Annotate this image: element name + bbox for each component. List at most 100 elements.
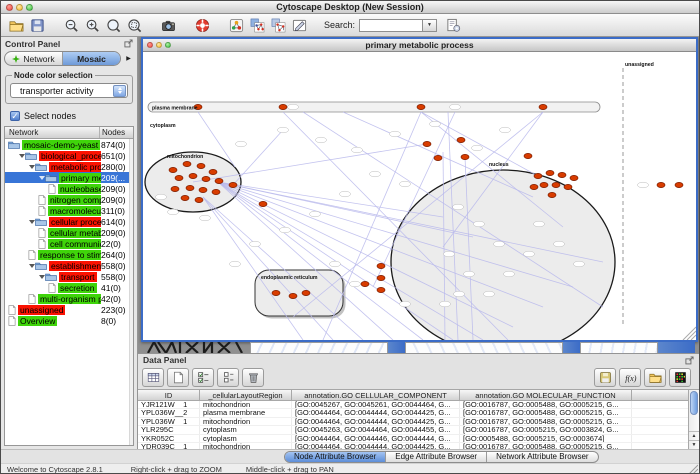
- table-row[interactable]: YLR295Ccytoplasm[GO:0045263, GO:0044464,…: [138, 426, 688, 434]
- delete-attribute-button[interactable]: [242, 368, 264, 387]
- zoom-window-button[interactable]: [26, 4, 33, 11]
- network-node-label[interactable]: [453, 204, 464, 210]
- network-node[interactable]: [377, 275, 385, 280]
- network-node-label[interactable]: [534, 221, 545, 227]
- background-network-thumbnail[interactable]: [146, 342, 246, 353]
- network-node[interactable]: [199, 187, 207, 192]
- network-node[interactable]: [530, 184, 538, 189]
- network-node[interactable]: [434, 155, 442, 160]
- network-node[interactable]: [548, 192, 556, 197]
- network-node[interactable]: [202, 176, 210, 181]
- search-options-button[interactable]: [443, 15, 464, 35]
- network-node-label[interactable]: [156, 194, 167, 200]
- float-data-panel-icon[interactable]: [685, 356, 694, 365]
- network-node[interactable]: [457, 137, 465, 142]
- tree-row[interactable]: nitrogen compo209(0): [5, 194, 133, 205]
- save-session-button[interactable]: [27, 15, 48, 35]
- tree-row[interactable]: unassigned223(0): [5, 304, 133, 315]
- network-node-label[interactable]: [400, 301, 411, 307]
- network-node-label[interactable]: [230, 261, 241, 267]
- table-scrollbar[interactable]: ▲ ▼: [688, 390, 699, 449]
- network-node[interactable]: [564, 184, 572, 189]
- expander-icon[interactable]: [28, 220, 35, 224]
- network-node[interactable]: [272, 290, 280, 295]
- network-node-label[interactable]: [494, 241, 505, 247]
- network-node-label[interactable]: [350, 281, 361, 287]
- network-node-label[interactable]: [250, 241, 261, 247]
- network-node[interactable]: [212, 189, 220, 194]
- network-node-label[interactable]: [352, 147, 363, 153]
- network-node-label[interactable]: [430, 121, 441, 127]
- tree-row[interactable]: cellular metabo209(0): [5, 227, 133, 238]
- network-node-label[interactable]: [236, 141, 247, 147]
- tree-scrollbar[interactable]: [129, 139, 133, 445]
- network-node-label[interactable]: [316, 137, 327, 143]
- network-node-label[interactable]: [638, 182, 649, 188]
- network-node-label[interactable]: [464, 271, 475, 277]
- vizmapper-button[interactable]: [226, 15, 247, 35]
- network-node[interactable]: [570, 175, 578, 180]
- network-node-label[interactable]: [390, 131, 401, 137]
- network-node[interactable]: [657, 182, 665, 187]
- tree-col-network[interactable]: Network: [5, 127, 100, 138]
- attribute-grid-button[interactable]: [142, 368, 164, 387]
- layout-tool-button[interactable]: [247, 15, 268, 35]
- network-node[interactable]: [377, 287, 385, 292]
- network-node[interactable]: [181, 195, 189, 200]
- network-node-label[interactable]: [340, 191, 351, 197]
- tree-row[interactable]: multi-organism pro42(0): [5, 293, 133, 304]
- tree-row[interactable]: biological_process651(0): [5, 150, 133, 161]
- zoom-selected-region-button[interactable]: [103, 15, 124, 35]
- table-column-header[interactable]: _cellularLayoutRegion: [200, 390, 292, 401]
- tree-row[interactable]: primary metabo209(...: [5, 172, 133, 183]
- tree-row[interactable]: cellular process614(0): [5, 216, 133, 227]
- network-node[interactable]: [534, 173, 542, 178]
- tree-row[interactable]: macromolecule311(0): [5, 205, 133, 216]
- network-node-label[interactable]: [524, 251, 535, 257]
- network-node[interactable]: [524, 153, 532, 158]
- close-view-button[interactable]: [147, 42, 153, 48]
- network-node-label[interactable]: [200, 215, 211, 221]
- plasma-membrane-region[interactable]: [148, 102, 600, 112]
- network-node[interactable]: [259, 201, 267, 206]
- matrix-view-button[interactable]: [669, 368, 691, 387]
- network-node[interactable]: [289, 293, 297, 298]
- network-node[interactable]: [229, 182, 237, 187]
- expander-icon[interactable]: [18, 154, 25, 158]
- network-node[interactable]: [279, 104, 287, 109]
- tab-mosaic[interactable]: Mosaic: [63, 52, 120, 65]
- background-window[interactable]: [250, 342, 388, 353]
- table-column-header[interactable]: annotation.GO CELLULAR_COMPONENT: [292, 390, 460, 401]
- tree-row[interactable]: response to stimulu264(0): [5, 249, 133, 260]
- network-node-label[interactable]: [504, 271, 515, 277]
- network-node-label[interactable]: [330, 261, 341, 267]
- network-node-label[interactable]: [288, 104, 299, 110]
- background-window[interactable]: [580, 342, 658, 353]
- tree-row[interactable]: nucleobase-209(0): [5, 183, 133, 194]
- network-node[interactable]: [361, 281, 369, 286]
- tab-scroll-right-icon[interactable]: ▶: [123, 52, 134, 65]
- network-node-label[interactable]: [444, 251, 455, 257]
- load-attributes-button[interactable]: [644, 368, 666, 387]
- network-node-label[interactable]: [450, 104, 461, 110]
- network-node[interactable]: [540, 182, 548, 187]
- background-window-edge[interactable]: [658, 342, 695, 353]
- network-node-label[interactable]: [168, 209, 179, 215]
- search-input[interactable]: [359, 19, 423, 32]
- network-node[interactable]: [423, 141, 431, 146]
- network-node[interactable]: [186, 185, 194, 190]
- network-node[interactable]: [302, 290, 310, 295]
- search-dropdown-button[interactable]: ▼: [423, 19, 437, 32]
- network-node-label[interactable]: [484, 291, 495, 297]
- network-node[interactable]: [169, 167, 177, 172]
- minimize-window-button[interactable]: [16, 4, 23, 11]
- network-node[interactable]: [183, 161, 191, 166]
- network-node[interactable]: [215, 178, 223, 183]
- tab-network[interactable]: Network: [5, 52, 63, 65]
- scrollbar-thumb[interactable]: [690, 391, 698, 415]
- network-node[interactable]: [546, 170, 554, 175]
- scroll-up-icon[interactable]: ▲: [689, 431, 699, 440]
- open-session-button[interactable]: [6, 15, 27, 35]
- tree-row[interactable]: Overview8(0): [5, 315, 133, 326]
- table-row[interactable]: YPL036W__1mitochondrion[GO:0044464, GO:0…: [138, 418, 688, 426]
